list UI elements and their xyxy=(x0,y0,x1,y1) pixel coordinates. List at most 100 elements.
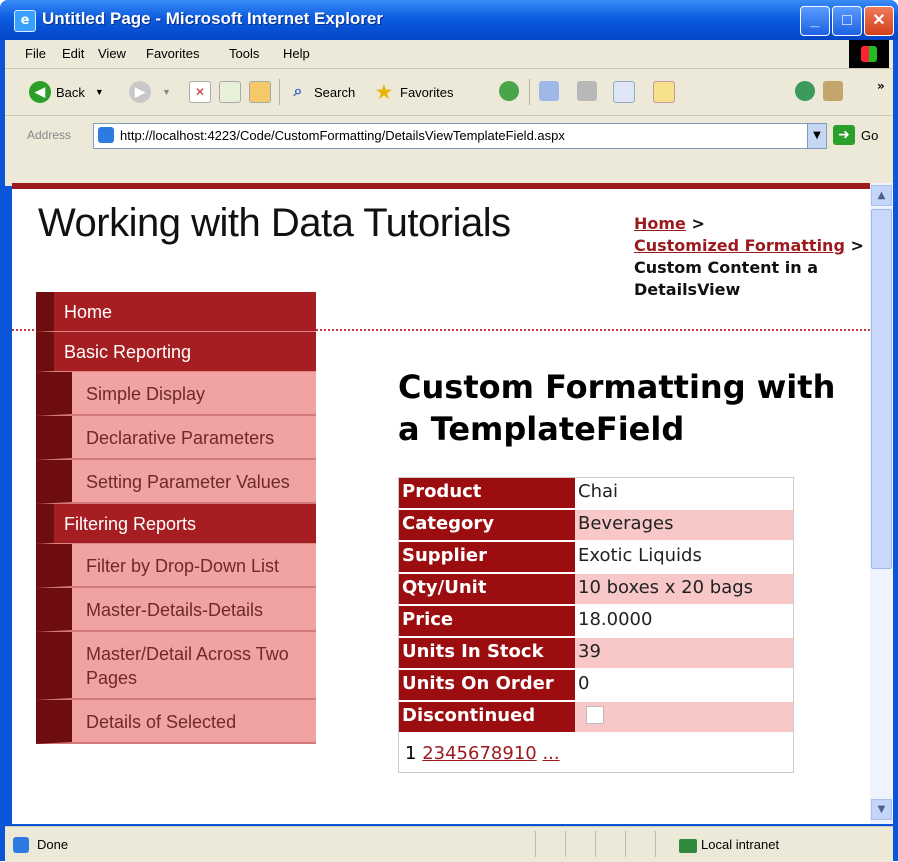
ie-logo-icon: e xyxy=(14,10,36,32)
pager-link[interactable]: 3 xyxy=(434,743,445,764)
edit-icon[interactable] xyxy=(613,81,635,103)
field-value: 10 boxes x 20 bags xyxy=(575,574,793,604)
breadcrumb-current: Custom Content in a DetailsView xyxy=(634,258,819,299)
favorites-label: Favorites xyxy=(400,84,454,100)
go-arrow-icon[interactable]: ➜ xyxy=(833,125,855,145)
research-icon[interactable] xyxy=(823,81,843,101)
address-dropdown-icon[interactable]: ▼ xyxy=(807,124,826,148)
address-label: Address xyxy=(27,128,72,142)
toolbar-overflow-icon[interactable]: » xyxy=(877,79,885,93)
status-text: Done xyxy=(37,837,69,852)
header-rule xyxy=(12,183,870,189)
nav-declarative-parameters[interactable]: Declarative Parameters xyxy=(36,416,316,460)
site-title: Working with Data Tutorials xyxy=(38,201,511,245)
forward-arrow-icon: ▶ xyxy=(129,81,151,103)
go-button[interactable]: Go xyxy=(861,128,878,143)
details-row: Units In Stock 39 xyxy=(399,638,793,670)
field-label: Units On Order xyxy=(399,670,575,700)
menu-view[interactable]: View xyxy=(98,46,126,61)
pager-link[interactable]: 2 xyxy=(422,743,433,764)
nav-simple-display[interactable]: Simple Display xyxy=(36,372,316,416)
field-label: Product xyxy=(399,478,575,508)
forward-dropdown-icon: ▼ xyxy=(162,87,171,97)
window-title: Untitled Page - Microsoft Internet Explo… xyxy=(42,9,383,28)
side-nav: Home Basic Reporting Simple Display Decl… xyxy=(36,292,316,744)
nav-details-selected[interactable]: Details of Selected xyxy=(36,700,316,744)
browser-chrome: File Edit View Favorites Tools Help ◀ Ba… xyxy=(5,40,893,186)
field-label: Price xyxy=(399,606,575,636)
favorites-button[interactable]: ★ Favorites xyxy=(373,79,454,105)
address-input[interactable]: http://localhost:4223/Code/CustomFormatt… xyxy=(93,123,827,149)
back-arrow-icon: ◀ xyxy=(29,81,51,103)
back-dropdown-icon: ▼ xyxy=(94,87,104,97)
menu-edit[interactable]: Edit xyxy=(62,46,84,61)
pager-link[interactable]: 9 xyxy=(502,743,513,764)
pager-current-page: 1 xyxy=(405,743,417,764)
nav-label: Home xyxy=(64,302,113,322)
nav-master-detail-across[interactable]: Master/Detail Across Two Pages xyxy=(36,632,316,700)
print-icon[interactable] xyxy=(577,81,597,101)
forward-button[interactable]: ▶ ▼ xyxy=(129,79,171,105)
pager-link[interactable]: 7 xyxy=(479,743,490,764)
maximize-button[interactable]: □ xyxy=(832,6,862,36)
toolbar: ◀ Back ▼ ▶ ▼ ✕ ⌕ Search ★ Favorites » xyxy=(5,69,893,116)
search-button[interactable]: ⌕ Search xyxy=(287,79,356,105)
breadcrumb-home-link[interactable]: Home xyxy=(634,214,686,233)
messenger-icon[interactable] xyxy=(795,81,815,101)
pager-link[interactable]: 5 xyxy=(457,743,468,764)
details-row: Discontinued xyxy=(399,702,793,734)
status-bar: Done Local intranet xyxy=(5,826,893,862)
scroll-up-icon[interactable]: ▲ xyxy=(871,185,892,206)
search-icon: ⌕ xyxy=(293,83,303,100)
discontinued-checkbox xyxy=(586,705,604,724)
breadcrumb-section-link[interactable]: Customized Formatting xyxy=(634,236,845,255)
home-icon[interactable] xyxy=(249,81,271,103)
details-row: Product Chai xyxy=(399,478,793,510)
menu-favorites[interactable]: Favorites xyxy=(146,46,199,61)
field-value: Beverages xyxy=(575,510,793,540)
field-value: Chai xyxy=(578,481,619,502)
back-button[interactable]: ◀ Back ▼ xyxy=(29,79,104,105)
field-value: 0 xyxy=(578,673,590,694)
scroll-down-icon[interactable]: ▼ xyxy=(871,799,892,820)
title-bar: e Untitled Page - Microsoft Internet Exp… xyxy=(0,0,898,40)
mail-icon[interactable] xyxy=(539,81,559,101)
pager-link[interactable]: 10 xyxy=(514,743,537,764)
close-button[interactable]: ✕ xyxy=(864,6,894,36)
details-view: Product Chai Category Beverages Supplier… xyxy=(398,477,794,773)
nav-home[interactable]: Home xyxy=(36,292,316,332)
pager-link[interactable]: 6 xyxy=(468,743,479,764)
pager-link[interactable]: ... xyxy=(542,743,559,764)
details-row: Qty/Unit 10 boxes x 20 bags xyxy=(399,574,793,606)
stop-icon[interactable]: ✕ xyxy=(189,81,211,103)
nav-label: Filtering Reports xyxy=(64,514,197,534)
menu-help[interactable]: Help xyxy=(283,46,310,61)
media-icon[interactable] xyxy=(499,81,519,101)
pager-link[interactable]: 4 xyxy=(445,743,456,764)
menu-tools[interactable]: Tools xyxy=(229,46,259,61)
nav-setting-parameter-values[interactable]: Setting Parameter Values xyxy=(36,460,316,504)
pager-link[interactable]: 8 xyxy=(491,743,502,764)
zone-label: Local intranet xyxy=(701,837,780,852)
refresh-icon[interactable] xyxy=(219,81,241,103)
breadcrumb-separator: > xyxy=(685,214,705,233)
field-value: Exotic Liquids xyxy=(578,545,702,566)
field-label: Supplier xyxy=(399,542,575,572)
pager: 1 2345678910 ... xyxy=(399,734,793,772)
nav-master-details[interactable]: Master-Details-Details xyxy=(36,588,316,632)
page-viewport: Working with Data Tutorials Home > Custo… xyxy=(12,183,870,824)
details-row: Price 18.0000 xyxy=(399,606,793,638)
nav-basic-reporting[interactable]: Basic Reporting xyxy=(36,332,316,372)
vertical-scrollbar[interactable]: ▲ ▼ xyxy=(870,183,893,824)
field-value xyxy=(575,702,793,732)
nav-filtering-reports[interactable]: Filtering Reports xyxy=(36,504,316,544)
minimize-button[interactable]: _ xyxy=(800,6,830,36)
field-value: 18.0000 xyxy=(578,609,653,630)
scroll-thumb[interactable] xyxy=(871,209,892,569)
field-value: 39 xyxy=(575,638,793,668)
page-icon xyxy=(98,127,114,143)
address-url: http://localhost:4223/Code/CustomFormatt… xyxy=(120,128,565,143)
menu-file[interactable]: File xyxy=(25,46,46,61)
discuss-icon[interactable] xyxy=(653,81,675,103)
nav-filter-dropdown[interactable]: Filter by Drop-Down List xyxy=(36,544,316,588)
